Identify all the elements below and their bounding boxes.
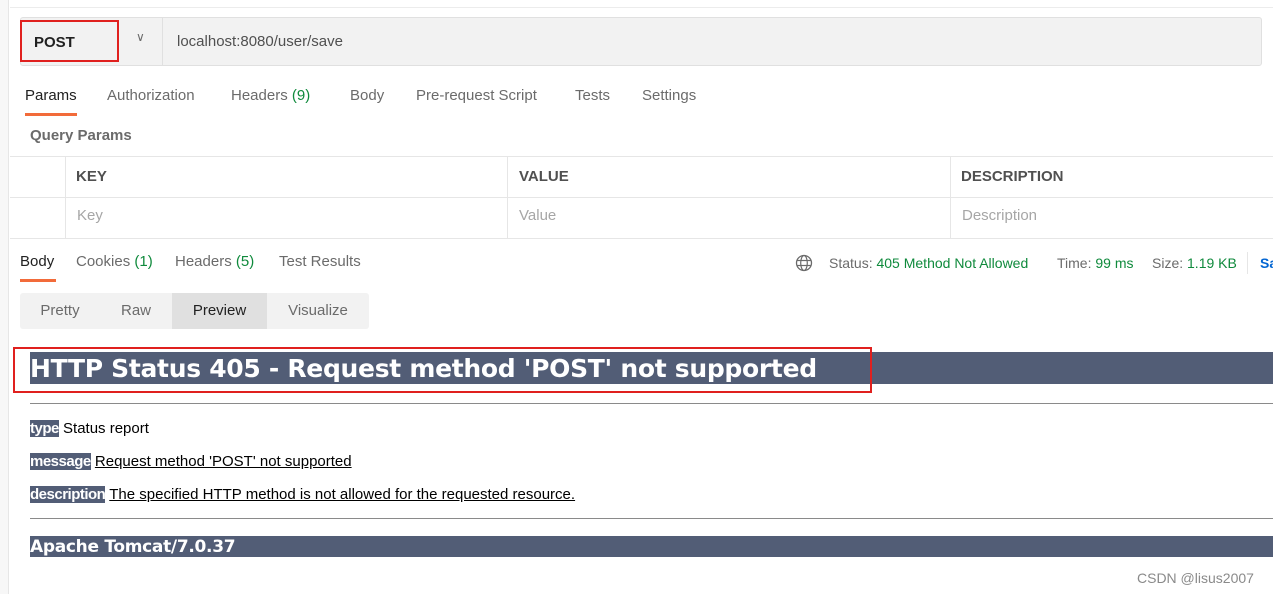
view-visualize[interactable]: Visualize [267,293,369,329]
divider [1247,252,1248,274]
response-status: Status: 405 Method Not Allowed [829,255,1028,271]
divider [950,157,951,238]
response-tab-test-results[interactable]: Test Results [279,253,361,270]
response-time: Time: 99 ms [1057,255,1134,271]
tab-tests[interactable]: Tests [575,87,610,104]
cookies-count: (1) [134,253,153,270]
type-value: Status report [63,420,149,437]
tab-headers[interactable]: Headers (9) [231,87,310,104]
divider [30,518,1273,519]
type-line: type Status report [30,420,149,437]
view-mode-switcher: Pretty Raw Preview Visualize [20,293,369,329]
message-value: Request method 'POST' not supported [94,453,352,470]
tab-pre-request-script[interactable]: Pre-request Script [416,87,537,104]
divider [30,403,1273,404]
tab-params[interactable]: Params [25,87,77,104]
save-response-button[interactable]: Sa [1260,255,1273,271]
globe-icon[interactable] [795,254,813,272]
url-input[interactable]: localhost:8080/user/save [177,33,343,50]
view-pretty[interactable]: Pretty [20,293,100,329]
tab-authorization[interactable]: Authorization [107,87,195,104]
tab-label: Headers [175,253,232,270]
column-header-key: KEY [76,168,107,185]
description-input[interactable]: Description [962,207,1037,224]
response-tab-body[interactable]: Body [20,253,54,270]
tab-label: Cookies [76,253,131,270]
left-sidebar-edge [0,0,9,594]
column-header-description: DESCRIPTION [961,168,1064,185]
headers-count: (5) [235,253,255,270]
size-value: 1.19 KB [1187,255,1237,271]
time-label: Time: [1057,255,1092,271]
active-tab-indicator [25,113,77,116]
type-label: type [30,420,59,437]
column-header-value: VALUE [519,168,569,185]
response-tab-cookies[interactable]: Cookies (1) [76,253,153,270]
divider [10,7,1273,8]
tab-label: Headers [231,87,288,104]
size-label: Size: [1152,255,1184,271]
key-input[interactable]: Key [77,207,103,224]
view-raw[interactable]: Raw [100,293,172,329]
watermark: CSDN @lisus2007 [1137,570,1254,586]
server-footer: Apache Tomcat/7.0.37 [30,536,1273,557]
description-value: The specified HTTP method is not allowed… [109,486,576,503]
value-input[interactable]: Value [519,207,556,224]
message-line: message Request method 'POST' not suppor… [30,453,352,470]
divider [162,18,163,65]
highlight-box [13,347,872,393]
tab-settings[interactable]: Settings [642,87,696,104]
status-value: 405 Method Not Allowed [876,255,1029,271]
divider [65,157,66,238]
response-tab-headers[interactable]: Headers (5) [175,253,254,270]
method-select[interactable]: POST [20,20,119,62]
time-value: 99 ms [1095,255,1134,271]
tab-body[interactable]: Body [350,87,384,104]
response-size: Size: 1.19 KB [1152,255,1237,271]
headers-count: (9) [291,87,311,104]
view-preview[interactable]: Preview [172,293,267,329]
message-label: message [30,453,91,470]
divider [507,157,508,238]
status-label: Status: [829,255,873,271]
description-label: description [30,486,106,503]
chevron-down-icon[interactable]: ∨ [136,30,145,44]
divider [10,197,1273,198]
description-line: description The specified HTTP method is… [30,486,575,503]
query-params-title: Query Params [30,127,132,144]
active-tab-indicator [20,279,56,282]
